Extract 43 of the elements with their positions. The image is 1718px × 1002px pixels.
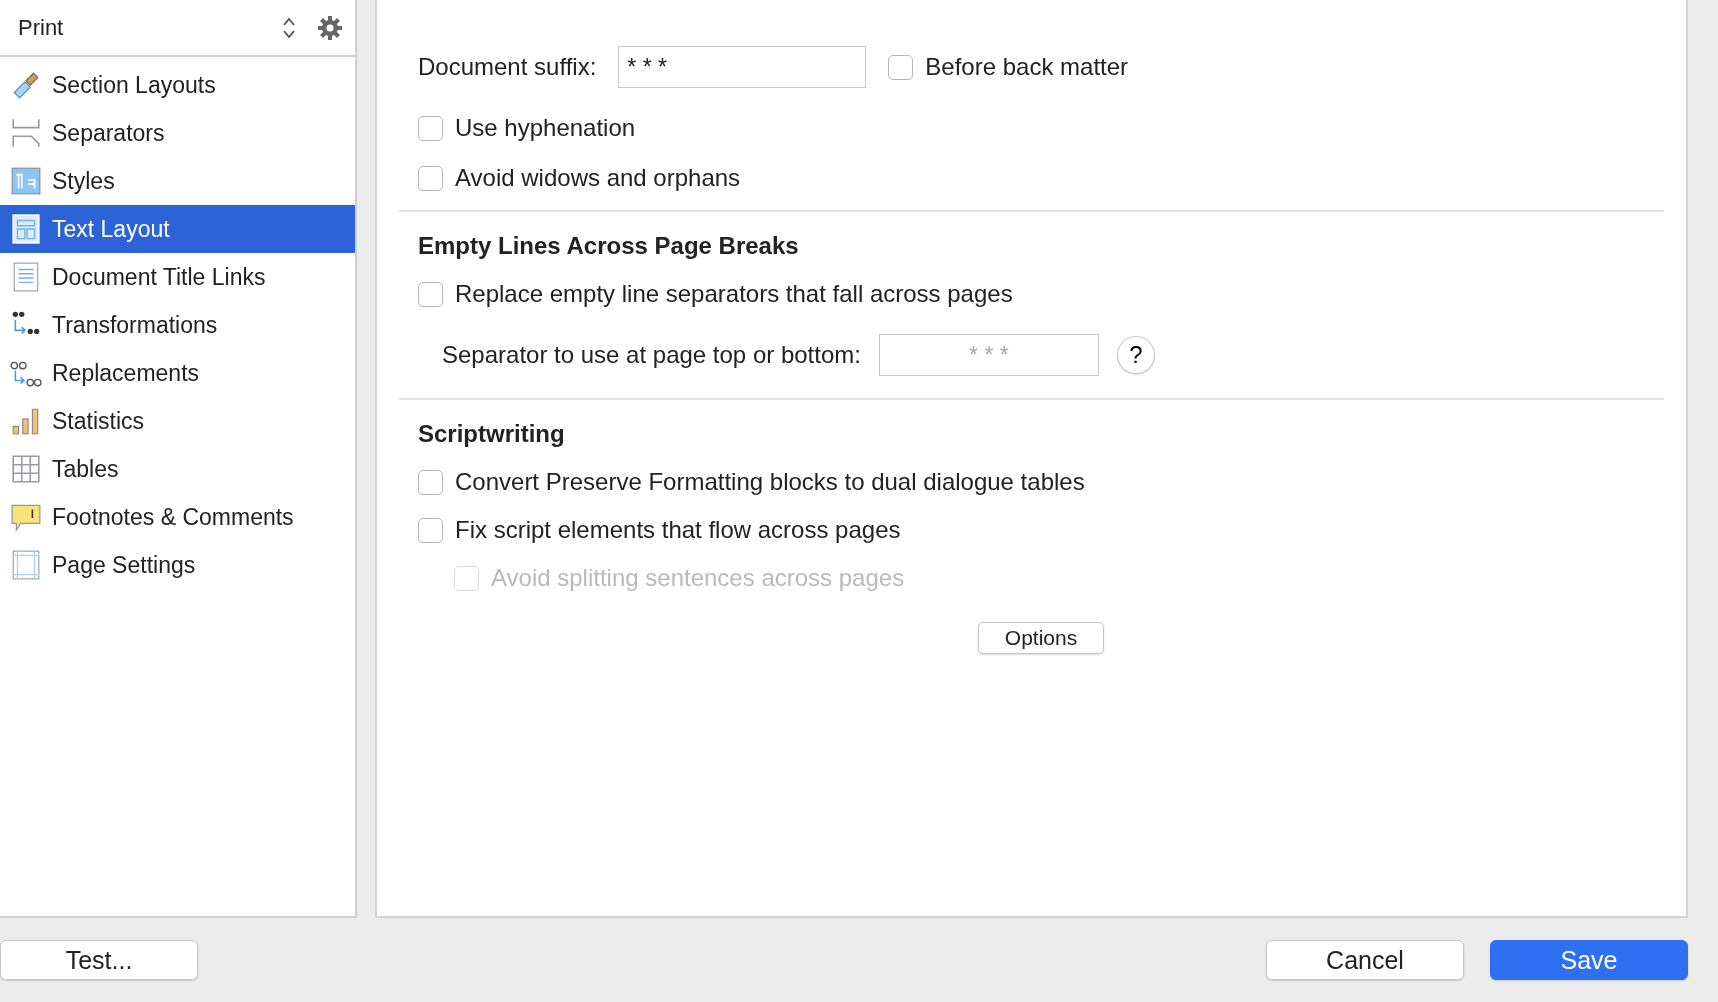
- checkbox-label[interactable]: Replace empty line separators that fall across pages: [455, 280, 1013, 308]
- checkbox[interactable]: [418, 115, 443, 141]
- checkbox[interactable]: [418, 469, 443, 495]
- sidebar-item[interactable]: Replacements: [0, 349, 355, 397]
- field-label: Separator to use at page top or bottom:: [442, 341, 861, 369]
- settings-icon[interactable]: [317, 14, 343, 41]
- checkbox-label[interactable]: Avoid widows and orphans: [455, 164, 741, 192]
- section-heading: Empty Lines Across Page Breaks: [417, 232, 800, 260]
- sidebar-item[interactable]: Footnotes & Comments: [0, 493, 355, 541]
- sidebar-item[interactable]: Styles: [0, 157, 355, 205]
- sidebar-item[interactable]: Transformations: [0, 301, 355, 349]
- sidebar-item[interactable]: Section Layouts: [0, 61, 355, 109]
- cancel-button[interactable]: Cancel: [1266, 940, 1464, 980]
- test-button[interactable]: Test...: [0, 940, 198, 980]
- save-button[interactable]: Save: [1490, 940, 1688, 980]
- styles-icon: [10, 165, 42, 197]
- separator-icon: [10, 117, 42, 149]
- checkbox-label[interactable]: Use hyphenation: [455, 114, 636, 142]
- sidebar-item[interactable]: Statistics: [0, 397, 355, 445]
- stepper-icon[interactable]: [281, 15, 297, 40]
- table-icon: [10, 453, 42, 485]
- options-button[interactable]: Options: [977, 622, 1105, 654]
- preset-name[interactable]: Print: [18, 14, 261, 41]
- checkbox[interactable]: [888, 54, 914, 80]
- sidebar-item[interactable]: Tables: [0, 445, 355, 493]
- sidebar-item[interactable]: Page Settings: [0, 541, 355, 589]
- separator-field[interactable]: * * *: [878, 334, 1099, 376]
- sidebar-item[interactable]: Document Title Links: [0, 253, 355, 301]
- layout-icon: [10, 213, 42, 245]
- checkbox-label[interactable]: Convert Preserve Formatting blocks to dual dialogue tables: [455, 468, 1085, 496]
- sidebar-item[interactable]: Separators: [0, 109, 355, 157]
- checkbox[interactable]: [418, 165, 443, 191]
- suffix-field[interactable]: * * *: [618, 46, 867, 88]
- checkbox[interactable]: [418, 281, 443, 307]
- help-button[interactable]: ?: [1116, 336, 1155, 374]
- checkbox-label[interactable]: Before back matter: [925, 53, 1129, 81]
- field-label: Document suffix:: [418, 53, 597, 81]
- page-icon: [10, 549, 42, 581]
- section-heading: Scriptwriting: [417, 420, 566, 448]
- sidebar-item[interactable]: Text Layout: [0, 205, 355, 253]
- checkbox[interactable]: [418, 517, 443, 543]
- checkbox-label[interactable]: Fix script elements that flow across pages: [455, 516, 901, 544]
- brush-icon: [10, 69, 42, 101]
